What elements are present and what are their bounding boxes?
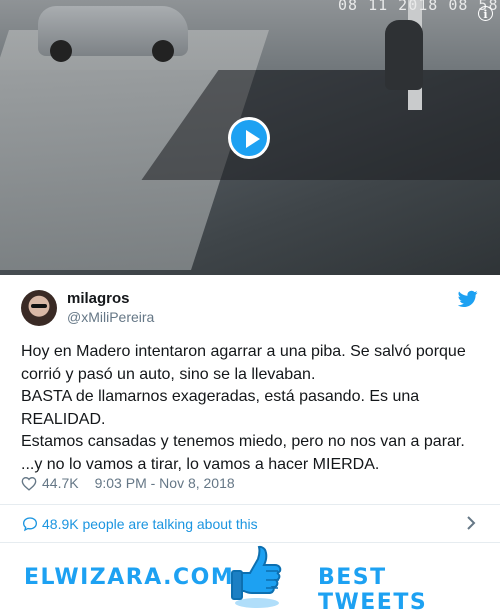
heart-icon[interactable] [21, 476, 37, 491]
display-name[interactable]: milagros [67, 290, 130, 307]
brand-tagline: BEST TWEETS [318, 565, 428, 615]
avatar[interactable] [21, 290, 57, 326]
tweet-timestamp[interactable]: 9:03 PM - Nov 8, 2018 [95, 475, 235, 491]
user-handle[interactable]: @xMiliPereira [67, 309, 154, 325]
video-timestamp: 08 11 2018 08 58 [338, 0, 499, 14]
tweet-text: Hoy en Madero intentaron agarrar a una p… [21, 341, 486, 476]
chevron-right-icon [467, 516, 476, 530]
tweet-text-line: Estamos cansadas y tenemos miedo, pero n… [21, 433, 465, 450]
tweet-text-line: BASTA de llamarnos exageradas, está pasa… [21, 388, 420, 405]
info-icon[interactable]: i [478, 6, 493, 21]
play-button[interactable] [228, 117, 270, 159]
tweet-meta: 44.7K 9:03 PM - Nov 8, 2018 [21, 475, 235, 491]
video-frame-person [385, 20, 423, 90]
talking-about-link[interactable]: 48.9K people are talking about this [22, 514, 482, 534]
video-player[interactable]: 08 11 2018 08 58 i [0, 0, 500, 275]
talking-about-text: 48.9K people are talking about this [42, 516, 258, 532]
tweet-text-line: ...y no lo vamos a tirar, lo vamos a hac… [21, 455, 380, 473]
brand-website: ELWIZARA.COM [24, 565, 235, 590]
tweet-text-line: corrió y pasó un auto, sino se la llevab… [21, 365, 316, 383]
speech-bubble-icon [22, 517, 38, 532]
divider [0, 504, 500, 505]
like-count[interactable]: 44.7K [42, 475, 79, 491]
video-frame-car [38, 6, 188, 62]
twitter-bird-icon[interactable] [458, 290, 478, 308]
play-icon [246, 130, 260, 148]
tweet-text-line: REALIDAD. [21, 410, 106, 428]
tweet-text-line: Hoy en Madero intentaron agarrar a una p… [21, 343, 466, 360]
thumbs-up-icon [231, 545, 282, 608]
